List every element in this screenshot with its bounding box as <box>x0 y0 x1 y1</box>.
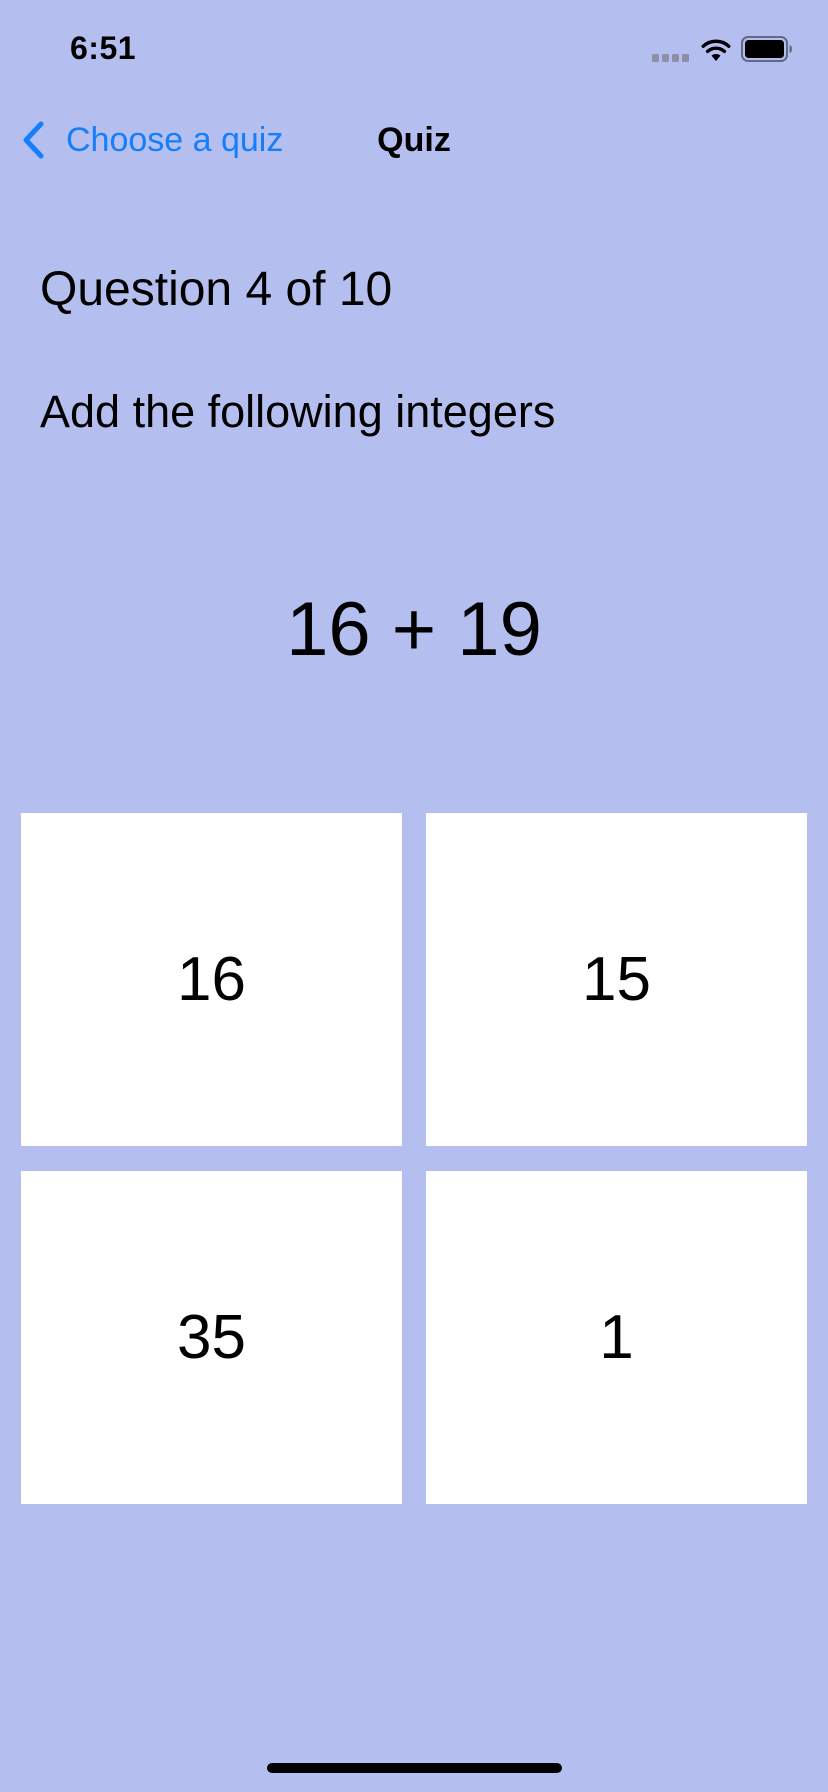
cellular-signal-icon <box>652 54 690 62</box>
math-problem: 16 + 19 <box>286 587 542 672</box>
answer-label: 16 <box>177 944 246 1014</box>
navigation-bar: Choose a quiz Quiz <box>0 100 828 180</box>
question-counter: Question 4 of 10 <box>40 263 393 316</box>
answer-tile[interactable]: 35 <box>21 1171 402 1504</box>
answer-label: 1 <box>599 1302 634 1372</box>
battery-icon <box>741 36 792 62</box>
answer-tile[interactable]: 1 <box>426 1171 807 1504</box>
back-button[interactable]: Choose a quiz <box>20 118 283 162</box>
home-indicator[interactable] <box>267 1763 562 1773</box>
nav-title: Quiz <box>377 121 451 159</box>
quiz-screen: 6:51 Choose a quiz Quiz Question 4 of 10… <box>0 0 828 1792</box>
status-bar: 6:51 <box>0 0 828 100</box>
answer-label: 15 <box>582 944 651 1014</box>
answer-label: 35 <box>177 1302 246 1372</box>
answer-tile[interactable]: 16 <box>21 813 402 1146</box>
answer-tile[interactable]: 15 <box>426 813 807 1146</box>
back-button-label: Choose a quiz <box>66 121 284 159</box>
question-instruction: Add the following integers <box>40 386 556 437</box>
status-time: 6:51 <box>70 30 137 66</box>
wifi-icon <box>701 39 731 61</box>
chevron-left-icon <box>23 121 44 159</box>
